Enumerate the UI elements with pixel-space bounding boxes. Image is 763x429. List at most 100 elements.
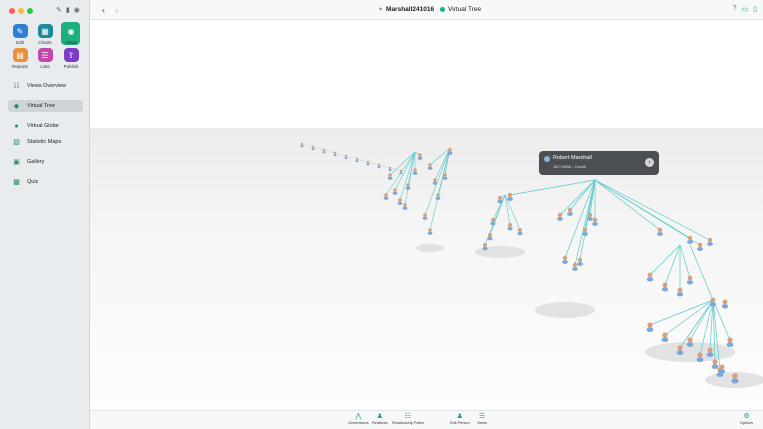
person-node[interactable] (726, 337, 734, 348)
options-label: Options (740, 421, 754, 425)
person-node[interactable] (507, 223, 513, 231)
tree-link (323, 149, 336, 154)
tree-link (679, 299, 714, 349)
view-title: Virtual Tree (440, 6, 481, 13)
sidebar: ✎ ▮ ◉ ✎ Edit ▦ Charts ◉ Views ▤ Reports … (0, 0, 90, 429)
bookmark-icon[interactable]: ▮ (66, 6, 70, 14)
views-label: Views (477, 421, 488, 425)
forward-chevron-icon[interactable]: › (115, 5, 118, 15)
gallery-icon: ▣ (13, 159, 20, 166)
sidebar-item-statistic-maps[interactable]: ▧ Statistic Maps (8, 136, 83, 148)
back-chevron-icon[interactable]: ‹ (102, 5, 105, 15)
person-node[interactable] (709, 297, 717, 307)
person-node[interactable] (507, 192, 513, 201)
toolbar-right-icons: ? ▭ ▯ (733, 5, 757, 13)
tree-graph[interactable] (90, 20, 763, 410)
help-icon[interactable]: ? (733, 5, 737, 13)
minimize-window-button[interactable] (18, 8, 24, 14)
tile-publish[interactable]: ⇪ Publish (61, 48, 81, 69)
person-node[interactable] (412, 168, 418, 175)
person-node[interactable] (676, 287, 684, 297)
globe-icon: ● (14, 122, 19, 130)
person-node[interactable] (686, 275, 694, 285)
person-node[interactable] (557, 212, 563, 221)
upload-icon: ⇪ (63, 48, 79, 62)
options-button[interactable]: ⚙ Options (740, 413, 753, 425)
view-title-text: Virtual Tree (448, 6, 482, 13)
person-node[interactable] (300, 142, 304, 148)
person-node[interactable] (482, 243, 488, 251)
tile-views-label: Views (65, 40, 77, 45)
person-node[interactable] (427, 163, 433, 170)
folder-icon[interactable]: ▭ (742, 5, 749, 13)
relationship-paths-button[interactable]: ☷ Relationship Paths (392, 413, 424, 425)
person-node[interactable] (592, 217, 598, 226)
person-node[interactable] (661, 282, 669, 292)
tree-link (389, 167, 402, 172)
edit-person-button[interactable]: ♟ Edit Person (450, 413, 470, 425)
tile-reports[interactable]: ▤ Reports (10, 48, 30, 69)
relatives-icon: ♟ (376, 413, 383, 420)
sidebar-item-gallery[interactable]: ▣ Gallery (8, 156, 83, 168)
zoom-window-button[interactable] (27, 8, 33, 14)
person-node[interactable] (427, 228, 433, 235)
toolbar: ‹ › ✦ Marshall241016 Virtual Tree ? ▭ ▯ (90, 0, 763, 20)
person-node[interactable] (517, 228, 523, 236)
person-node[interactable] (397, 198, 403, 205)
pencil-icon: ✎ (12, 24, 28, 38)
sidebar-item-quiz[interactable]: ▩ Quiz (8, 176, 83, 188)
tree-link (689, 299, 714, 341)
person-node[interactable] (567, 207, 573, 216)
tree-link (504, 194, 521, 231)
person-node[interactable] (402, 203, 408, 210)
sidebar-item-label: Quiz (27, 179, 39, 185)
pin-icon[interactable]: ✎ (56, 6, 62, 14)
person-node[interactable] (383, 193, 389, 200)
tile-edit[interactable]: ✎ Edit (10, 24, 30, 45)
sidebar-item-virtual-globe[interactable]: ● Virtual Globe (8, 120, 83, 132)
person-node[interactable] (392, 188, 398, 195)
person-node[interactable] (711, 359, 719, 370)
person-node[interactable] (721, 299, 729, 309)
person-icon: ♟ (456, 413, 463, 420)
person-popup[interactable]: Robert Marshall 18/?/1888 – Death › (539, 151, 659, 175)
tile-charts[interactable]: ▦ Charts (35, 24, 55, 45)
sidebar-item-virtual-tree[interactable]: ◆ Virtual Tree (8, 100, 83, 112)
person-node[interactable] (387, 173, 393, 180)
views-button[interactable]: ☰ Views (477, 413, 487, 425)
tree-link (594, 179, 711, 241)
tree-link (679, 244, 691, 279)
relatives-button[interactable]: ♟ Relatives (372, 413, 388, 425)
report-icon: ▤ (12, 48, 28, 62)
person-node[interactable] (646, 272, 654, 282)
person-node[interactable] (657, 227, 663, 236)
tree-link (312, 146, 325, 151)
tree-link (689, 244, 714, 301)
generations-button[interactable]: ⋀ Generations (348, 413, 369, 425)
charts-icon: ▦ (37, 24, 53, 38)
tree-link (649, 244, 681, 276)
tree-link (489, 194, 506, 236)
sidebar-item-views-overview[interactable]: ☷ Views Overview (8, 80, 83, 92)
tree-link (356, 158, 369, 163)
document-title: ✦ Marshall241016 (378, 6, 434, 13)
tree-link (424, 147, 451, 216)
generations-label: Generations (348, 421, 369, 425)
person-node[interactable] (422, 213, 428, 220)
sidebar-toggle-icon[interactable]: ▯ (753, 5, 757, 13)
close-window-button[interactable] (9, 8, 15, 14)
person-node[interactable] (661, 332, 669, 343)
virtual-tree-canvas[interactable]: Robert Marshall 18/?/1888 – Death › (90, 20, 763, 410)
person-node[interactable] (562, 255, 568, 264)
relationship-paths-icon: ☷ (404, 413, 411, 420)
tile-lists[interactable]: ☰ Lists (35, 48, 55, 69)
tile-views[interactable]: ◉ Views (61, 24, 81, 45)
chevron-right-icon[interactable]: › (645, 158, 654, 167)
sidebar-item-label: Gallery (27, 159, 45, 165)
tree-link (594, 179, 661, 231)
people-icon[interactable]: ◉ (74, 6, 80, 14)
tree-link (334, 152, 347, 157)
person-node[interactable] (572, 262, 578, 271)
sidebar-item-label: Virtual Tree (27, 103, 56, 109)
person-node[interactable] (577, 257, 583, 266)
